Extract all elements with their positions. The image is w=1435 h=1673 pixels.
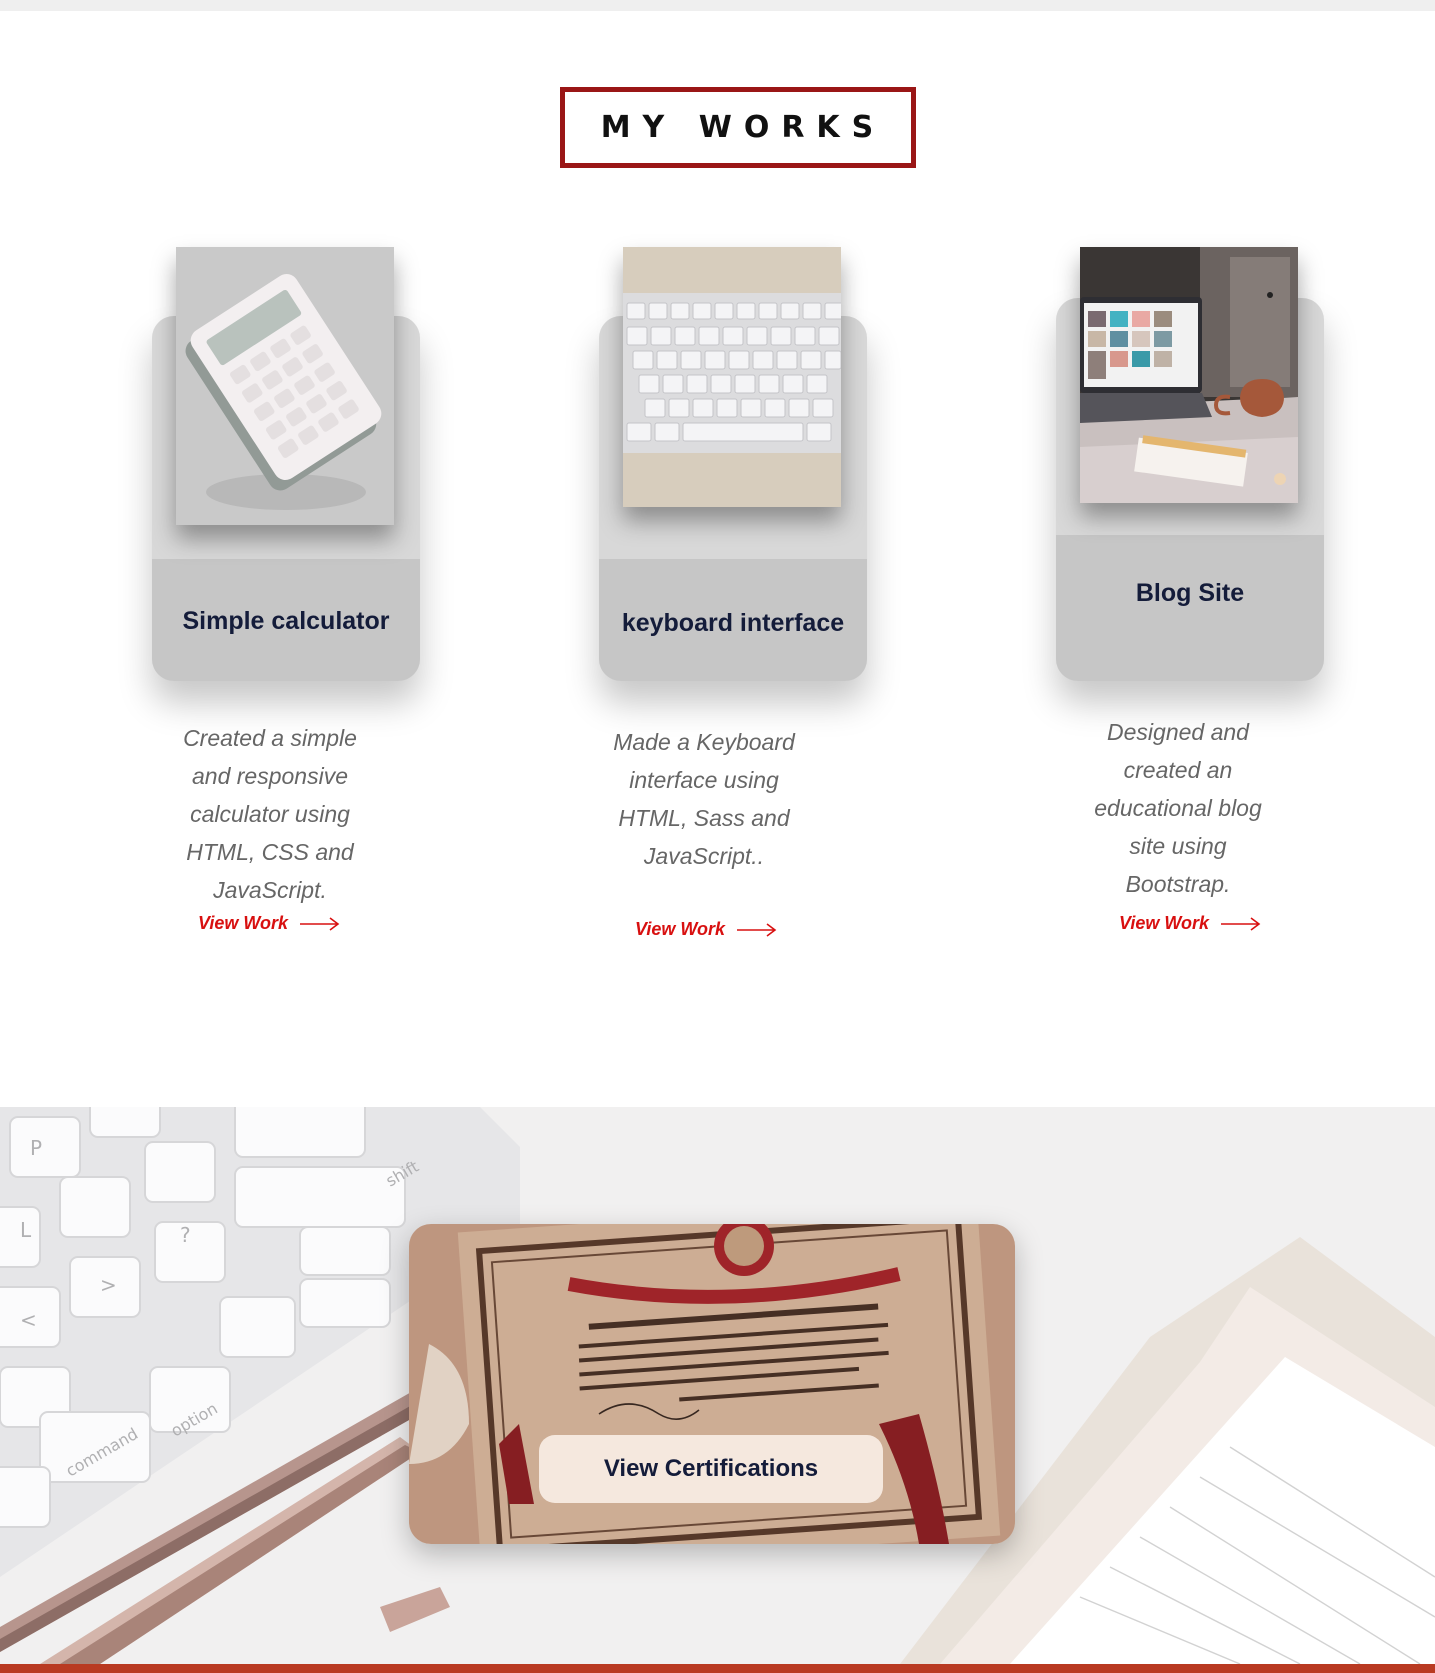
- work-title: Blog Site: [1135, 579, 1245, 607]
- view-work-link-blog[interactable]: View Work: [1119, 913, 1261, 934]
- arrow-right-icon: [1221, 916, 1261, 931]
- svg-text:L: L: [20, 1218, 32, 1242]
- work-title: keyboard interface: [621, 609, 845, 637]
- work-description: Designed and created an educational blog…: [1094, 719, 1262, 897]
- svg-text:?: ?: [180, 1223, 191, 1247]
- view-work-link-keyboard[interactable]: View Work: [635, 919, 777, 940]
- arrow-right-icon: [737, 922, 777, 937]
- card-title-band: [1056, 535, 1324, 681]
- arrow-right-icon: [300, 916, 340, 931]
- certifications-card[interactable]: View Certifications: [409, 1224, 1015, 1544]
- calculator-image: [176, 247, 394, 525]
- work-description: Created a simple and responsive calculat…: [183, 725, 357, 903]
- work-title: Simple calculator: [182, 607, 390, 635]
- section-title: MY WORKS: [600, 110, 886, 145]
- keyboard-image: [623, 247, 841, 507]
- section-title-box: MY WORKS: [560, 87, 916, 168]
- work-description: Made a Keyboard interface using HTML, Sa…: [613, 729, 795, 869]
- svg-text:P: P: [30, 1136, 42, 1160]
- top-strip: [0, 0, 1435, 11]
- view-work-link-calculator[interactable]: View Work: [198, 913, 340, 934]
- view-certifications-button[interactable]: View Certifications: [539, 1435, 883, 1503]
- laptop-image: [1080, 247, 1298, 503]
- bottom-strip: [0, 1664, 1435, 1673]
- svg-text:<: <: [20, 1308, 37, 1332]
- svg-text:>: >: [100, 1273, 117, 1297]
